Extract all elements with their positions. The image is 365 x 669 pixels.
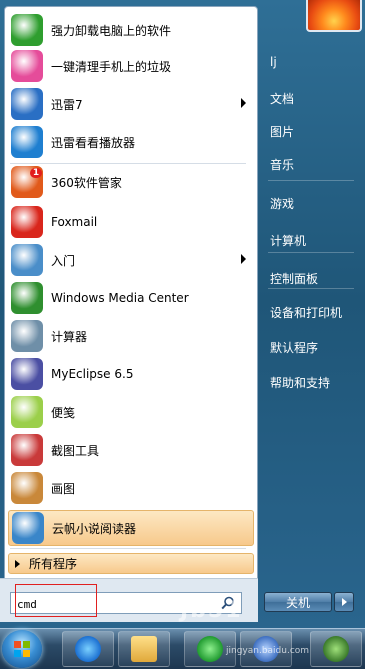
shutdown-options-button[interactable] bbox=[334, 592, 354, 612]
watermark-logo: Jb51 bbox=[180, 598, 243, 623]
submenu-arrow-icon bbox=[241, 98, 246, 108]
program-label: 便笺 bbox=[51, 405, 76, 420]
right-column-divider bbox=[268, 288, 354, 289]
right-link-item[interactable]: 设备和打印机 bbox=[262, 300, 362, 324]
taskbar-ie-button[interactable] bbox=[62, 631, 114, 667]
game-icon bbox=[323, 636, 349, 662]
folder-icon bbox=[131, 636, 157, 662]
all-programs-divider bbox=[10, 548, 246, 549]
program-label: MyEclipse 6.5 bbox=[51, 367, 134, 381]
program-label: 画图 bbox=[51, 481, 76, 496]
right-link-item[interactable]: 帮助和支持 bbox=[262, 370, 362, 394]
paint-icon bbox=[11, 472, 43, 504]
submenu-arrow-icon bbox=[241, 254, 246, 264]
right-link-label: 帮助和支持 bbox=[270, 375, 331, 390]
snipping-tool-icon bbox=[11, 434, 43, 466]
program-label: 截图工具 bbox=[51, 443, 100, 458]
program-item[interactable]: Windows Media Center bbox=[8, 280, 254, 316]
start-button[interactable] bbox=[2, 630, 42, 668]
taskbar-explorer-button[interactable] bbox=[118, 631, 170, 667]
right-link-item[interactable]: 游戏 bbox=[262, 191, 362, 215]
shutdown-button[interactable]: 关机 bbox=[264, 592, 332, 612]
right-column-divider bbox=[268, 180, 354, 181]
program-item[interactable]: 计算器 bbox=[8, 318, 254, 354]
right-link-label: 控制面板 bbox=[270, 271, 319, 286]
uninstall-software-icon bbox=[11, 14, 43, 46]
right-link-label: 计算机 bbox=[270, 233, 307, 248]
program-item[interactable]: 1 360软件管家 bbox=[8, 164, 254, 200]
right-link-item[interactable]: 音乐 bbox=[262, 152, 362, 176]
program-item[interactable]: 强力卸载电脑上的软件 bbox=[8, 12, 254, 48]
watermark-url: jingyan.baidu.com bbox=[226, 646, 310, 656]
xunlei-bird-icon bbox=[11, 88, 43, 120]
program-item[interactable]: 截图工具 bbox=[8, 432, 254, 468]
taskbar bbox=[0, 628, 365, 669]
right-column-divider bbox=[268, 252, 354, 253]
all-programs-label: 所有程序 bbox=[29, 557, 78, 571]
sticky-notes-icon bbox=[11, 396, 43, 428]
360-browser-icon bbox=[197, 636, 223, 662]
program-item[interactable]: 迅雷7 bbox=[8, 86, 254, 122]
right-link-label: 图片 bbox=[270, 124, 295, 139]
program-label: 入门 bbox=[51, 253, 76, 268]
program-label: 360软件管家 bbox=[51, 175, 122, 190]
yunfan-reader-icon bbox=[12, 512, 44, 544]
program-item[interactable]: 入门 bbox=[8, 242, 254, 278]
right-link-item[interactable]: 计算机 bbox=[262, 228, 362, 252]
windows-media-center-icon bbox=[11, 282, 43, 314]
expand-arrow-icon bbox=[15, 559, 20, 568]
shutdown-label: 关机 bbox=[285, 595, 310, 610]
right-link-label: 文档 bbox=[270, 91, 295, 106]
windows-flag-icon bbox=[14, 641, 30, 657]
getting-started-icon bbox=[11, 244, 43, 276]
program-label: Foxmail bbox=[51, 215, 98, 229]
program-label: 迅雷看看播放器 bbox=[51, 135, 136, 150]
myeclipse-icon bbox=[11, 358, 43, 390]
program-item[interactable]: 云帆小说阅读器 bbox=[8, 510, 254, 546]
right-link-label: 游戏 bbox=[270, 196, 295, 211]
program-item[interactable]: 画图 bbox=[8, 470, 254, 506]
program-item[interactable]: 一键清理手机上的垃圾 bbox=[8, 48, 254, 84]
right-link-label: 默认程序 bbox=[270, 340, 319, 355]
right-link-item[interactable]: lj bbox=[262, 50, 362, 74]
foxmail-icon bbox=[11, 206, 43, 238]
program-label: 计算器 bbox=[51, 329, 88, 344]
right-link-label: lj bbox=[270, 55, 277, 69]
program-item[interactable]: Foxmail bbox=[8, 204, 254, 240]
program-label: 强力卸载电脑上的软件 bbox=[51, 23, 172, 38]
right-link-item[interactable]: 默认程序 bbox=[262, 335, 362, 359]
notification-badge: 1 bbox=[29, 168, 43, 178]
all-programs-button[interactable]: 所有程序 bbox=[8, 553, 254, 574]
right-link-label: 设备和打印机 bbox=[270, 305, 343, 320]
internet-explorer-icon bbox=[75, 636, 101, 662]
360-software-manager-icon: 1 bbox=[11, 166, 43, 198]
program-label: 云帆小说阅读器 bbox=[52, 521, 137, 536]
user-account-picture[interactable] bbox=[306, 0, 362, 32]
chevron-right-icon bbox=[342, 598, 347, 606]
right-link-item[interactable]: 图片 bbox=[262, 119, 362, 143]
program-item[interactable]: 迅雷看看播放器 bbox=[8, 124, 254, 160]
calculator-icon bbox=[11, 320, 43, 352]
program-item[interactable]: 便笺 bbox=[8, 394, 254, 430]
right-link-item[interactable]: 文档 bbox=[262, 86, 362, 110]
program-label: 一键清理手机上的垃圾 bbox=[51, 59, 172, 74]
phone-cleaner-icon bbox=[11, 50, 43, 82]
right-link-label: 音乐 bbox=[270, 157, 295, 172]
xunlei-player-icon bbox=[11, 126, 43, 158]
right-link-item[interactable]: 控制面板 bbox=[262, 266, 362, 290]
program-item[interactable]: MyEclipse 6.5 bbox=[8, 356, 254, 392]
program-label: 迅雷7 bbox=[51, 97, 83, 112]
program-label: Windows Media Center bbox=[51, 291, 189, 305]
taskbar-game-button[interactable] bbox=[310, 631, 362, 667]
